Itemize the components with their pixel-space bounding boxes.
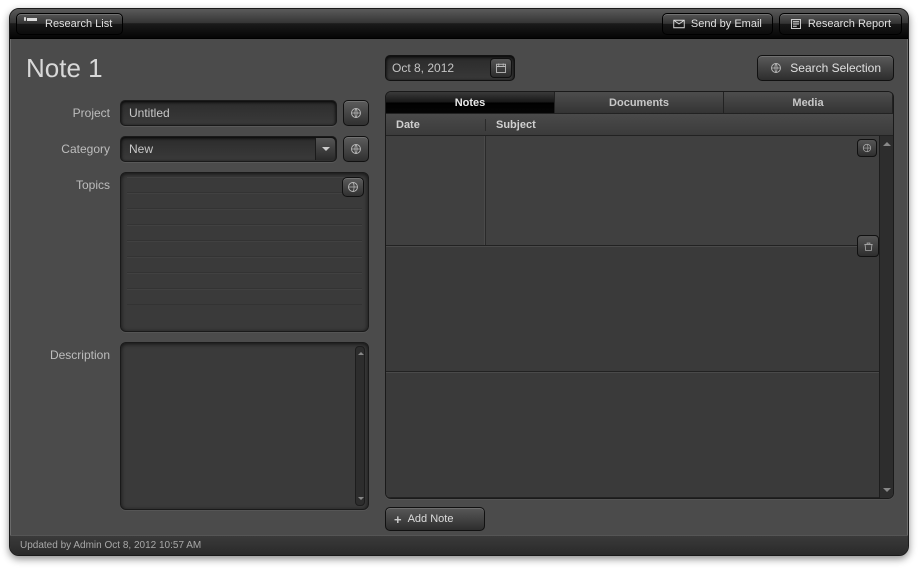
left-panel: Note 1 Project Untitled Category New xyxy=(24,51,369,531)
research-report-button[interactable]: Research Report xyxy=(779,13,902,35)
category-label: Category xyxy=(24,136,120,156)
row-delete-button[interactable] xyxy=(857,235,879,257)
project-go-button[interactable] xyxy=(343,100,369,126)
globe-icon xyxy=(350,143,362,155)
project-label: Project xyxy=(24,100,120,120)
search-selection-label: Search Selection xyxy=(790,61,881,75)
list-icon xyxy=(27,18,39,30)
project-input[interactable]: Untitled xyxy=(120,100,337,126)
tab-documents[interactable]: Documents xyxy=(555,92,724,114)
research-list-button[interactable]: Research List xyxy=(16,13,123,35)
send-by-email-button[interactable]: Send by Email xyxy=(662,13,773,35)
description-textarea[interactable] xyxy=(120,342,369,510)
toolbar: Research List Send by Email Research Rep… xyxy=(10,9,908,39)
category-value: New xyxy=(129,142,153,156)
page-title: Note 1 xyxy=(26,53,369,84)
window: Research List Send by Email Research Rep… xyxy=(9,8,909,556)
status-text: Updated by Admin Oct 8, 2012 10:57 AM xyxy=(20,540,201,551)
research-list-label: Research List xyxy=(45,18,112,30)
chevron-down-icon xyxy=(315,138,335,160)
globe-icon xyxy=(770,62,782,74)
row-link-button[interactable] xyxy=(857,139,877,157)
topics-label: Topics xyxy=(24,172,120,192)
research-report-label: Research Report xyxy=(808,18,891,30)
tab-media[interactable]: Media xyxy=(724,92,893,114)
add-note-button[interactable]: + Add Note xyxy=(385,507,485,531)
category-go-button[interactable] xyxy=(343,136,369,162)
column-headers: Date Subject xyxy=(386,114,893,136)
table-row[interactable] xyxy=(386,246,879,372)
plus-icon: + xyxy=(394,513,402,526)
tabs: Notes Documents Media xyxy=(386,92,893,114)
send-by-email-label: Send by Email xyxy=(691,18,762,30)
scrollbar[interactable] xyxy=(355,346,365,506)
add-note-label: Add Note xyxy=(408,513,454,525)
column-subject[interactable]: Subject xyxy=(486,119,893,131)
calendar-icon xyxy=(495,62,507,74)
globe-icon xyxy=(350,107,362,119)
category-select[interactable]: New xyxy=(120,136,337,162)
scrollbar[interactable] xyxy=(879,136,893,498)
description-label: Description xyxy=(24,342,120,362)
tabs-panel: Notes Documents Media Date Subject xyxy=(385,91,894,499)
trash-icon xyxy=(863,241,874,252)
mail-icon xyxy=(673,18,685,30)
date-value: Oct 8, 2012 xyxy=(392,61,454,75)
search-selection-button[interactable]: Search Selection xyxy=(757,55,894,81)
column-date[interactable]: Date xyxy=(386,119,486,131)
date-field[interactable]: Oct 8, 2012 xyxy=(385,55,515,81)
grid-area xyxy=(386,136,893,498)
table-row[interactable] xyxy=(386,372,879,498)
calendar-button[interactable] xyxy=(490,58,512,78)
topics-listbox[interactable] xyxy=(120,172,369,332)
topics-go-button[interactable] xyxy=(342,177,364,197)
body: Note 1 Project Untitled Category New xyxy=(10,39,908,535)
globe-icon xyxy=(347,181,359,193)
right-panel: Oct 8, 2012 Search Selection Notes Docum… xyxy=(385,51,894,531)
status-bar: Updated by Admin Oct 8, 2012 10:57 AM xyxy=(10,535,908,555)
report-icon xyxy=(790,18,802,30)
globe-icon xyxy=(862,143,872,153)
tab-notes[interactable]: Notes xyxy=(386,92,555,114)
project-value: Untitled xyxy=(129,106,170,120)
table-row[interactable] xyxy=(386,136,879,246)
